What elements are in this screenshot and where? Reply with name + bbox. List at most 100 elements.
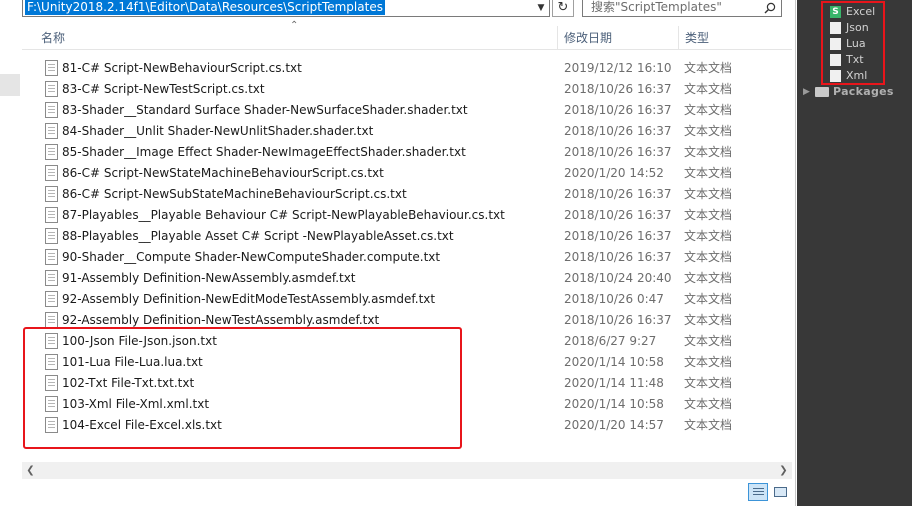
file-name: 84-Shader__Unlit Shader-NewUnlitShader.s… <box>62 124 374 138</box>
file-date: 2018/10/26 16:37 <box>564 145 672 159</box>
text-file-icon <box>45 144 58 160</box>
file-date: 2020/1/14 10:58 <box>564 397 664 411</box>
search-icon[interactable] <box>764 2 776 14</box>
column-header: ⌃ 名称 修改日期 类型 <box>22 20 792 50</box>
file-name: 92-Assembly Definition-NewEditModeTestAs… <box>62 292 436 306</box>
unity-project-panel: S Excel Json Lua Txt Xml ▶ Packages <box>797 0 912 506</box>
file-date: 2018/10/26 16:37 <box>564 82 672 96</box>
text-file-icon <box>45 291 58 307</box>
file-row[interactable]: 90-Shader__Compute Shader-NewComputeShad… <box>40 247 790 268</box>
file-row[interactable]: 85-Shader__Image Effect Shader-NewImageE… <box>40 142 790 163</box>
chevron-down-icon[interactable]: ▼ <box>533 0 549 16</box>
details-view-button[interactable] <box>748 483 768 501</box>
file-type: 文本文档 <box>684 229 733 243</box>
text-file-icon <box>45 312 58 328</box>
file-type: 文本文档 <box>684 187 733 201</box>
file-row[interactable]: 86-C# Script-NewSubStateMachineBehaviour… <box>40 184 790 205</box>
search-input[interactable]: 搜索"ScriptTemplates" <box>582 0 782 17</box>
file-row[interactable]: 83-C# Script-NewTestScript.cs.txt 2018/10… <box>40 79 790 100</box>
text-file-icon <box>45 186 58 202</box>
file-date: 2020/1/20 14:52 <box>564 166 664 180</box>
file-row[interactable]: 92-Assembly Definition-NewEditModeTestAs… <box>40 289 790 310</box>
file-type: 文本文档 <box>684 355 733 369</box>
file-date: 2020/1/20 14:57 <box>564 418 664 432</box>
file-name: 83-C# Script-NewTestScript.cs.txt <box>62 82 265 96</box>
column-date-header[interactable]: 修改日期 <box>557 26 677 50</box>
refresh-button[interactable]: ↻ <box>552 0 574 17</box>
navigation-pane-edge <box>0 74 20 96</box>
highlight-annotation <box>821 1 885 85</box>
file-date: 2020/1/14 10:58 <box>564 355 664 369</box>
file-type: 文本文档 <box>684 334 733 348</box>
file-name: 81-C# Script-NewBehaviourScript.cs.txt <box>62 61 302 75</box>
file-type: 文本文档 <box>684 397 733 411</box>
text-file-icon <box>45 165 58 181</box>
file-type: 文本文档 <box>684 145 733 159</box>
scroll-right-icon[interactable]: ❯ <box>775 462 792 479</box>
address-path[interactable]: F:\Unity2018.2.14f1\Editor\Data\Resource… <box>25 0 385 15</box>
text-file-icon <box>45 270 58 286</box>
file-explorer-window: F:\Unity2018.2.14f1\Editor\Data\Resource… <box>0 0 796 506</box>
details-view-icon <box>753 488 764 497</box>
highlight-annotation <box>23 327 462 449</box>
file-type: 文本文档 <box>684 292 733 306</box>
text-file-icon <box>45 102 58 118</box>
folder-icon <box>815 87 829 97</box>
file-type: 文本文档 <box>684 208 733 222</box>
column-type-header[interactable]: 类型 <box>678 26 758 50</box>
file-type: 文本文档 <box>684 271 733 285</box>
file-date: 2018/10/26 16:37 <box>564 187 672 201</box>
text-file-icon <box>45 207 58 223</box>
file-date: 2018/10/26 0:47 <box>564 292 664 306</box>
file-name: 88-Playables__Playable Asset C# Script -… <box>62 229 454 243</box>
file-date: 2018/10/26 16:37 <box>564 229 672 243</box>
refresh-icon: ↻ <box>557 0 569 15</box>
file-date: 2020/1/14 11:48 <box>564 376 664 390</box>
text-file-icon <box>45 81 58 97</box>
file-type: 文本文档 <box>684 61 733 75</box>
file-row[interactable]: 87-Playables__Playable Behaviour C# Scri… <box>40 205 790 226</box>
file-row[interactable]: 88-Playables__Playable Asset C# Script -… <box>40 226 790 247</box>
file-name: 91-Assembly Definition-NewAssembly.asmde… <box>62 271 356 285</box>
large-icons-view-icon <box>774 487 787 497</box>
file-date: 2019/12/12 16:10 <box>564 61 672 75</box>
text-file-icon <box>45 123 58 139</box>
large-icons-view-button[interactable] <box>771 483 791 501</box>
file-row[interactable]: 86-C# Script-NewStateMachineBehaviourScr… <box>40 163 790 184</box>
file-date: 2018/10/26 16:37 <box>564 124 672 138</box>
file-date: 2018/6/27 9:27 <box>564 334 657 348</box>
file-name: 87-Playables__Playable Behaviour C# Scri… <box>62 208 505 222</box>
file-date: 2018/10/24 20:40 <box>564 271 672 285</box>
file-type: 文本文档 <box>684 124 733 138</box>
text-file-icon <box>45 228 58 244</box>
file-name: 86-C# Script-NewSubStateMachineBehaviour… <box>62 187 407 201</box>
text-file-icon <box>45 249 58 265</box>
file-date: 2018/10/26 16:37 <box>564 313 672 327</box>
file-name: 83-Shader__Standard Surface Shader-NewSu… <box>62 103 468 117</box>
scroll-left-icon[interactable]: ❮ <box>22 462 39 479</box>
file-type: 文本文档 <box>684 250 733 264</box>
address-bar[interactable]: F:\Unity2018.2.14f1\Editor\Data\Resource… <box>22 0 550 17</box>
scrollbar-thumb[interactable] <box>39 464 775 477</box>
file-date: 2018/10/26 16:37 <box>564 103 672 117</box>
file-type: 文本文档 <box>684 418 733 432</box>
file-row[interactable]: 84-Shader__Unlit Shader-NewUnlitShader.s… <box>40 121 790 142</box>
file-type: 文本文档 <box>684 376 733 390</box>
file-date: 2018/10/26 16:37 <box>564 250 672 264</box>
expand-arrow-icon[interactable]: ▶ <box>803 84 810 100</box>
packages-label: Packages <box>833 85 894 98</box>
file-date: 2018/10/26 16:37 <box>564 208 672 222</box>
search-placeholder: 搜索"ScriptTemplates" <box>591 0 722 14</box>
text-file-icon <box>45 60 58 76</box>
horizontal-scrollbar[interactable]: ❮ ❯ <box>22 462 792 479</box>
file-row[interactable]: 81-C# Script-NewBehaviourScript.cs.txt 20… <box>40 58 790 79</box>
file-type: 文本文档 <box>684 103 733 117</box>
file-type: 文本文档 <box>684 82 733 96</box>
file-row[interactable]: 83-Shader__Standard Surface Shader-NewSu… <box>40 100 790 121</box>
file-name: 85-Shader__Image Effect Shader-NewImageE… <box>62 145 466 159</box>
file-name: 86-C# Script-NewStateMachineBehaviourScr… <box>62 166 384 180</box>
file-name: 90-Shader__Compute Shader-NewComputeShad… <box>62 250 441 264</box>
file-type: 文本文档 <box>684 166 733 180</box>
file-row[interactable]: 91-Assembly Definition-NewAssembly.asmde… <box>40 268 790 289</box>
column-name-header[interactable]: 名称 <box>35 26 556 50</box>
